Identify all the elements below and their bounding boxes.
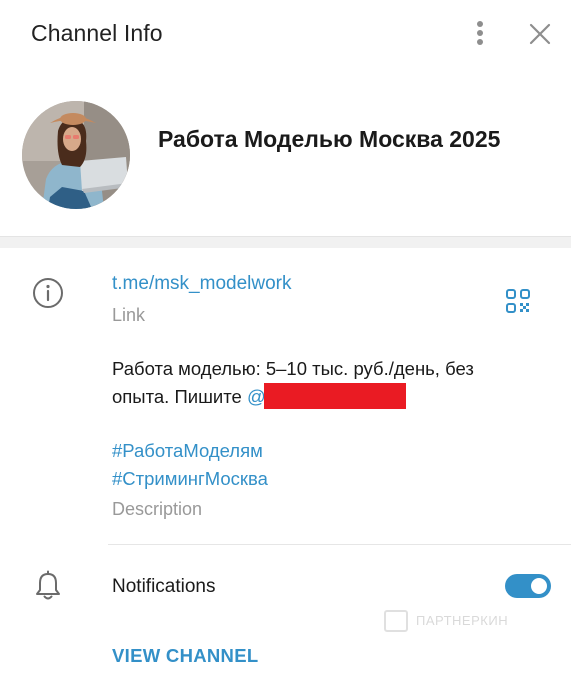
- watermark-logo-icon: [384, 610, 408, 632]
- notifications-toggle[interactable]: [505, 574, 551, 598]
- bell-icon: [36, 570, 60, 600]
- hashtag-link[interactable]: #РаботаМоделям: [112, 440, 263, 462]
- redacted-username: [263, 383, 406, 409]
- watermark-text: ПАРТНЕРКИН: [416, 613, 509, 628]
- page-title: Channel Info: [31, 20, 163, 46]
- watermark: ПАРТНЕРКИН: [384, 608, 524, 636]
- toggle-knob: [529, 576, 549, 596]
- more-dot: [477, 21, 483, 27]
- channel-name: Работа Моделью Москва 2025: [158, 126, 501, 152]
- qr-code-icon[interactable]: [505, 288, 531, 314]
- info-icon: [33, 278, 63, 308]
- notifications-label: Notifications: [112, 576, 216, 597]
- description-caption: Description: [112, 499, 203, 519]
- channel-profile: Работа Моделью Москва 2025: [0, 68, 571, 236]
- divider: [108, 544, 571, 545]
- channel-description: Работа моделью: 5–10 тыс. руб./день, без…: [112, 355, 532, 411]
- view-channel-button[interactable]: VIEW CHANNEL: [112, 645, 258, 667]
- avatar[interactable]: [22, 101, 130, 209]
- hashtag-link[interactable]: #СтримингМосква: [112, 468, 268, 490]
- close-button[interactable]: [526, 20, 554, 48]
- more-dot: [477, 30, 483, 36]
- close-icon[interactable]: [526, 20, 554, 48]
- more-options-button[interactable]: [468, 18, 492, 48]
- channel-avatar-image: [22, 101, 130, 209]
- link-caption: Link: [112, 305, 146, 325]
- channel-link[interactable]: t.me/msk_modelwork: [112, 273, 292, 295]
- header: Channel Info: [0, 0, 571, 68]
- mention-link[interactable]: @: [247, 383, 406, 409]
- more-dot: [477, 39, 483, 45]
- section-divider: [0, 236, 571, 248]
